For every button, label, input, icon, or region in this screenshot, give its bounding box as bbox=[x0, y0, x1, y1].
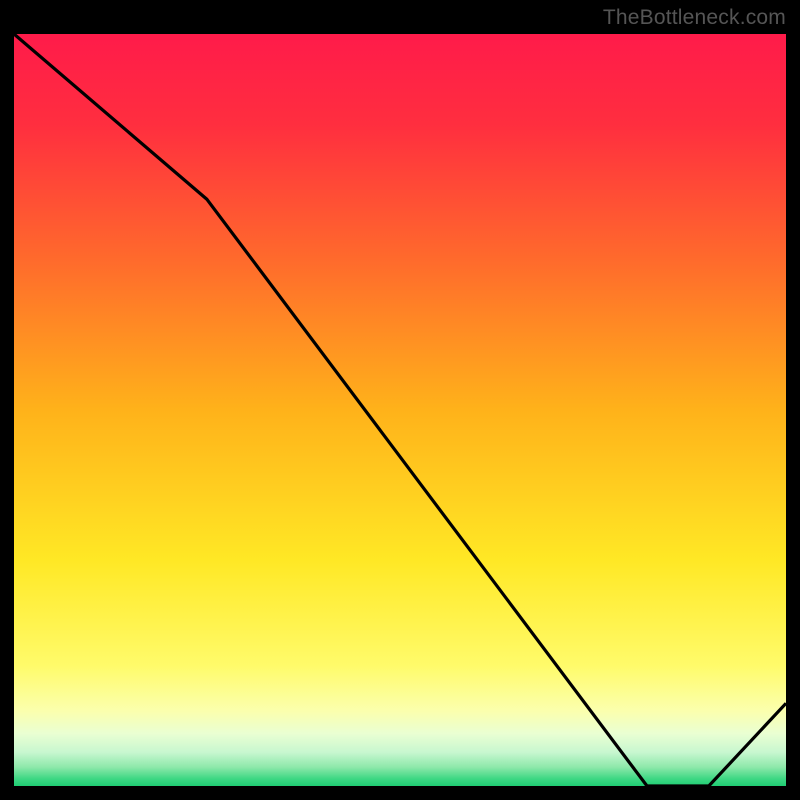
chart-frame bbox=[10, 34, 790, 790]
watermark-text: TheBottleneck.com bbox=[603, 6, 786, 30]
data-line bbox=[14, 34, 786, 786]
plot-area bbox=[14, 34, 786, 786]
